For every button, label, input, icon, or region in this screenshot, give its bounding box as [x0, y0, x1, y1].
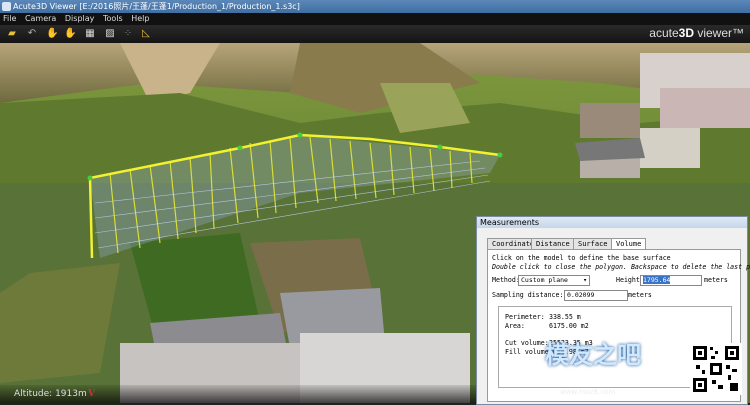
- image-icon[interactable]: ▨: [104, 28, 116, 40]
- instructions-line2: Double click to close the polygon. Backs…: [492, 263, 750, 271]
- sampling-input[interactable]: 0.02099: [564, 290, 628, 301]
- height-input[interactable]: 1795.64: [640, 275, 702, 286]
- cut-volume-label: Cut volume:: [505, 339, 549, 347]
- area-label: Area:: [505, 322, 525, 330]
- perimeter-label: Perimeter:: [505, 313, 545, 321]
- chevron-down-icon: ▾: [583, 276, 587, 284]
- altitude-readout: Altitude: 1913m: [14, 389, 87, 399]
- menu-display[interactable]: Display: [65, 14, 95, 23]
- menu-help[interactable]: Help: [131, 14, 149, 23]
- hand-icon[interactable]: ✋: [64, 28, 76, 40]
- method-label: Method:: [492, 276, 520, 284]
- watermark-logo: 模友之吧: [545, 342, 641, 369]
- sampling-value: 0.02099: [567, 291, 595, 299]
- open-folder-icon[interactable]: ▰: [6, 28, 18, 40]
- instructions-line1: Click on the model to define the base su…: [492, 254, 671, 262]
- perimeter-value: 338.55 m: [549, 313, 581, 321]
- watermark-url: www.moz8.com: [560, 388, 616, 396]
- toolbar: ▰ ↶ ✋ ✋ ▦ ▨ ⁘ ◺ acute3D viewer™: [0, 25, 750, 43]
- window-title: Acute3D Viewer [E:/2016照片/王蓬/王蓬1/Product…: [13, 2, 300, 11]
- qr-code: [690, 343, 742, 395]
- method-value: Custom plane: [521, 276, 568, 284]
- area-value: 6175.00 m2: [549, 322, 589, 330]
- dots-icon[interactable]: ⁘: [122, 28, 134, 40]
- height-value: 1795.64: [643, 276, 671, 284]
- menu-bar: File Camera Display Tools Help: [0, 13, 750, 25]
- title-bar: Acute3D Viewer [E:/2016照片/王蓬/王蓬1/Product…: [0, 0, 750, 13]
- method-select[interactable]: Custom plane ▾: [518, 275, 590, 286]
- app-icon: [2, 2, 11, 11]
- menu-file[interactable]: File: [3, 14, 16, 23]
- measure-icon[interactable]: ◺: [140, 28, 152, 40]
- brand-logo: acute3D viewer™: [649, 26, 744, 40]
- dialog-title: Measurements: [477, 217, 747, 228]
- checker-icon[interactable]: ▦: [84, 28, 96, 40]
- height-unit: meters: [704, 276, 728, 284]
- sampling-label: Sampling distance:: [492, 291, 564, 299]
- status-bar: Altitude: 1913m V: [0, 385, 480, 403]
- menu-camera[interactable]: Camera: [25, 14, 56, 23]
- undo-icon[interactable]: ↶: [26, 28, 38, 40]
- menu-tools[interactable]: Tools: [103, 14, 123, 23]
- v-mark: V: [88, 389, 95, 399]
- sampling-unit: meters: [628, 291, 652, 299]
- pan-hand-icon[interactable]: ✋: [46, 28, 58, 40]
